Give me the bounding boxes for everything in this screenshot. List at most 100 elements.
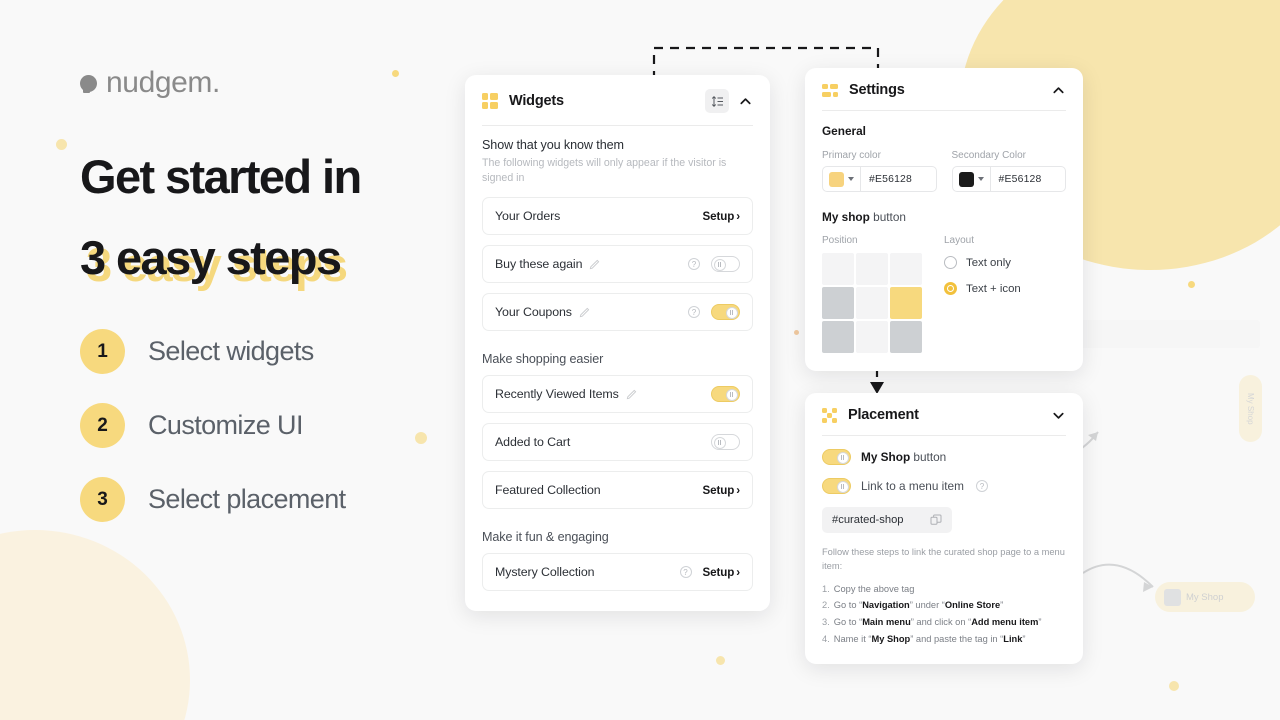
widget-name: Featured Collection: [495, 483, 601, 498]
position-cell[interactable]: [822, 321, 854, 353]
widget-row-your-orders[interactable]: Your Orders Setup ›: [482, 197, 753, 236]
general-heading: General: [822, 124, 866, 138]
widget-row-mystery-collection[interactable]: Mystery Collection ? Setup ›: [482, 553, 753, 592]
primary-color-group: Primary color #E56128: [822, 150, 937, 192]
primary-color-swatch: [829, 171, 844, 187]
step-number-badge: 1: [80, 329, 125, 374]
grid-icon: [482, 93, 498, 109]
widget-row-added-to-cart[interactable]: Added to Cart: [482, 423, 753, 462]
help-icon[interactable]: ?: [975, 480, 988, 492]
preview-arrow-down: [1082, 563, 1154, 592]
copy-icon[interactable]: [930, 514, 942, 526]
radio-selected-icon[interactable]: [944, 282, 957, 295]
layout-option-label: Text only: [966, 256, 1011, 269]
position-cell-selected[interactable]: [890, 287, 922, 319]
widget-toggle[interactable]: [711, 304, 740, 321]
instruction-text: Copy the above tag: [833, 583, 915, 594]
placement-toggle-label: My Shop button: [861, 450, 947, 464]
position-cell[interactable]: [822, 253, 854, 285]
help-icon[interactable]: ?: [679, 566, 692, 579]
radio-icon[interactable]: [944, 256, 957, 269]
step-label: Customize UI: [148, 410, 303, 440]
placement-toggle-my-shop-button[interactable]: My Shop button: [822, 449, 1066, 465]
group-title: Make it fun & engaging: [482, 530, 609, 545]
instruction-index: 2.: [822, 600, 830, 611]
position-cell[interactable]: [822, 287, 854, 319]
position-and-layout: Position Layout Text only Text + icon: [822, 235, 1066, 353]
widget-row-recently-viewed-items[interactable]: Recently Viewed Items: [482, 375, 753, 414]
edit-pencil-icon[interactable]: [579, 307, 590, 318]
placement-x-icon: [822, 407, 837, 423]
settings-panel: Settings General Primary color #E56128 S…: [805, 68, 1083, 371]
curated-shop-tag[interactable]: #curated-shop: [822, 507, 952, 533]
chevron-down-icon[interactable]: [1051, 408, 1066, 423]
hero-section: nudgem. Get started in 3 easy steps 1 Se…: [80, 66, 480, 522]
chevron-up-icon[interactable]: [738, 94, 753, 109]
instruction-index: 3.: [822, 616, 830, 627]
widgets-panel-title: Widgets: [509, 93, 564, 109]
setup-button[interactable]: Setup ›: [703, 566, 741, 579]
position-cell[interactable]: [890, 253, 922, 285]
edit-pencil-icon[interactable]: [626, 389, 637, 400]
group-subtitle: The following widgets will only appear i…: [482, 157, 727, 185]
position-cell[interactable]: [856, 287, 888, 319]
widget-name: Mystery Collection: [495, 565, 595, 580]
placement-toggle-link-menu-item[interactable]: Link to a menu item ?: [822, 478, 1066, 494]
primary-color-label: Primary color: [822, 150, 881, 161]
secondary-color-swatch-picker[interactable]: [953, 167, 991, 191]
instruction-item: 3. Go to “Main menu” and click on “Add m…: [822, 614, 1066, 631]
instruction-item: 2. Go to “Navigation” under “Online Stor…: [822, 597, 1066, 614]
preview-bag-icon: [1164, 588, 1181, 606]
widget-row-featured-collection[interactable]: Featured Collection Setup ›: [482, 471, 753, 510]
secondary-color-field[interactable]: #E56128: [951, 166, 1066, 192]
settings-panel-header: Settings: [805, 68, 1083, 110]
step-item: 2 Customize UI: [80, 403, 480, 448]
layout-group: Layout Text only Text + icon: [944, 235, 1021, 353]
placement-panel-title: Placement: [848, 407, 919, 423]
chevron-down-icon[interactable]: [848, 177, 854, 181]
chevron-up-icon[interactable]: [1051, 83, 1066, 98]
widget-toggle[interactable]: [711, 386, 740, 403]
background-blob-bottom-left: [0, 530, 190, 720]
steps-list: 1 Select widgets 2 Customize UI 3 Select…: [80, 329, 480, 522]
widget-name: Buy these again: [495, 257, 583, 272]
edit-pencil-icon[interactable]: [589, 259, 600, 270]
primary-color-swatch-picker[interactable]: [823, 167, 861, 191]
help-icon[interactable]: ?: [688, 306, 700, 319]
position-cell[interactable]: [856, 253, 888, 285]
setup-button[interactable]: Setup ›: [703, 483, 741, 497]
preview-page: [1080, 348, 1260, 640]
help-icon[interactable]: ?: [688, 258, 700, 271]
primary-color-field[interactable]: #E56128: [822, 166, 937, 192]
chevron-right-icon: ›: [736, 483, 740, 497]
layout-option-text-only[interactable]: Text only: [944, 256, 1021, 269]
placement-toggle[interactable]: [822, 478, 851, 494]
widgets-panel: Widgets Show that you know them The foll…: [465, 75, 770, 612]
step-item: 3 Select placement: [80, 477, 480, 522]
instruction-text: Name it “My Shop” and paste the tag in “…: [833, 633, 1026, 644]
position-grid[interactable]: [822, 253, 922, 353]
step-label: Select widgets: [148, 336, 314, 366]
widget-toggle[interactable]: [711, 434, 740, 451]
widget-row-buy-these-again[interactable]: Buy these again ?: [482, 245, 753, 284]
widget-toggle[interactable]: [711, 256, 740, 273]
instruction-index: 1.: [822, 583, 830, 594]
placement-panel-body: My Shop button Link to a menu item ? #cu…: [805, 436, 1083, 664]
preview-side-label: My Shop: [1246, 392, 1255, 425]
settings-list-icon: [822, 83, 838, 97]
widget-row-your-coupons[interactable]: Your Coupons ?: [482, 293, 753, 332]
instruction-text: Go to “Navigation” under “Online Store”: [833, 600, 1004, 611]
placement-toggle[interactable]: [822, 449, 851, 465]
group-title: Make shopping easier: [482, 352, 604, 367]
layout-option-text-icon[interactable]: Text + icon: [944, 282, 1021, 295]
sort-reorder-icon[interactable]: [705, 89, 729, 113]
chevron-down-icon[interactable]: [977, 177, 984, 181]
position-cell[interactable]: [890, 321, 922, 353]
primary-color-value[interactable]: #E56128: [861, 174, 912, 185]
instruction-text: Go to “Main menu” and click on “Add menu…: [833, 616, 1042, 627]
decor-dot: [716, 656, 725, 665]
position-cell[interactable]: [856, 321, 888, 353]
secondary-color-label: Secondary Color: [951, 150, 1026, 161]
setup-button[interactable]: Setup ›: [703, 210, 741, 223]
secondary-color-value[interactable]: #E56128: [991, 174, 1042, 185]
